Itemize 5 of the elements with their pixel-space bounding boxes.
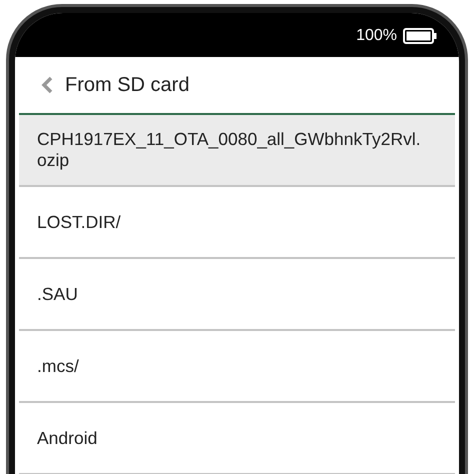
page-title: From SD card	[65, 73, 190, 98]
file-item[interactable]: CPH1917EX_11_OTA_0080_all_GWbhnkTy2Rvl.ozip	[19, 115, 455, 187]
battery-percentage: 100%	[356, 26, 397, 46]
back-icon[interactable]	[41, 76, 53, 94]
battery-icon	[403, 28, 437, 44]
